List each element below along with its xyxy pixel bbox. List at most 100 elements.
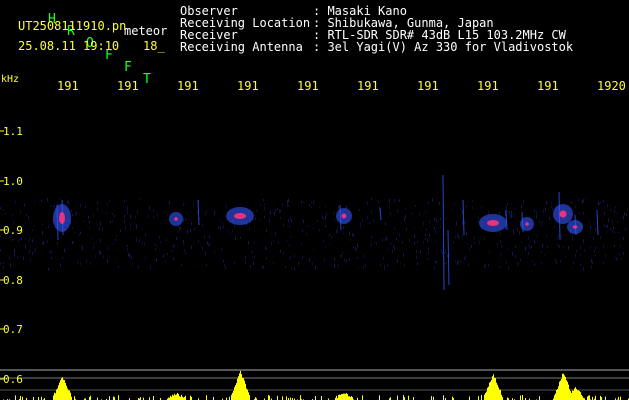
noise-speck bbox=[371, 210, 372, 214]
noise-speck bbox=[90, 265, 91, 267]
noise-speck bbox=[614, 231, 615, 234]
noise-speck bbox=[72, 214, 73, 217]
level-bar bbox=[238, 376, 239, 400]
noise-speck bbox=[266, 257, 267, 260]
noise-speck bbox=[130, 226, 131, 230]
noise-speck bbox=[198, 240, 199, 243]
noise-speck bbox=[427, 238, 428, 243]
noise-speck bbox=[93, 245, 94, 250]
noise-speck bbox=[446, 252, 447, 254]
noise-speck bbox=[68, 200, 69, 205]
noise-speck bbox=[552, 207, 553, 211]
noise-speck bbox=[428, 201, 429, 205]
level-bar bbox=[286, 396, 287, 400]
noise-speck bbox=[389, 206, 390, 209]
noise-speck bbox=[423, 241, 424, 244]
noise-speck bbox=[614, 210, 615, 213]
noise-speck bbox=[309, 204, 310, 207]
level-bar bbox=[347, 394, 348, 400]
noise-speck bbox=[249, 227, 250, 231]
noise-speck bbox=[220, 226, 221, 230]
noise-speck bbox=[528, 252, 529, 255]
level-bar bbox=[113, 396, 114, 400]
noise-speck bbox=[235, 236, 236, 240]
level-bar bbox=[561, 378, 562, 400]
noise-speck bbox=[260, 204, 261, 207]
level-bar bbox=[403, 395, 404, 400]
level-bar bbox=[349, 396, 350, 400]
noise-speck bbox=[442, 245, 443, 247]
level-bar bbox=[582, 396, 583, 400]
noise-speck bbox=[541, 221, 542, 226]
noise-speck bbox=[536, 235, 537, 237]
noise-speck bbox=[173, 257, 174, 260]
level-bar bbox=[576, 388, 577, 400]
noise-speck bbox=[397, 259, 398, 263]
noise-speck bbox=[456, 221, 457, 226]
minute-tick-label: 191 bbox=[117, 79, 139, 93]
level-bar bbox=[498, 387, 499, 400]
noise-speck bbox=[84, 220, 85, 222]
noise-speck bbox=[202, 223, 203, 227]
level-bar bbox=[63, 379, 64, 400]
noise-speck bbox=[28, 240, 29, 243]
noise-speck bbox=[510, 214, 511, 218]
noise-speck bbox=[415, 205, 416, 207]
noise-speck bbox=[452, 208, 453, 211]
noise-speck bbox=[130, 214, 131, 219]
noise-speck bbox=[387, 263, 388, 267]
noise-speck bbox=[227, 229, 228, 232]
noise-speck bbox=[405, 207, 406, 210]
noise-speck bbox=[528, 236, 529, 240]
level-bar bbox=[575, 387, 576, 400]
level-bar bbox=[338, 394, 339, 400]
noise-speck bbox=[125, 225, 126, 230]
noise-speck bbox=[575, 254, 576, 257]
noise-speck bbox=[434, 226, 435, 230]
noise-speck bbox=[353, 233, 354, 237]
noise-speck bbox=[610, 228, 611, 231]
level-bar bbox=[343, 393, 344, 400]
noise-speck bbox=[428, 247, 429, 250]
level-bar bbox=[15, 395, 16, 400]
noise-speck bbox=[288, 219, 289, 222]
noise-speck bbox=[563, 245, 564, 248]
noise-speck bbox=[518, 263, 519, 265]
level-bar bbox=[57, 388, 58, 400]
level-bar bbox=[557, 389, 558, 400]
noise-speck bbox=[508, 247, 509, 250]
noise-speck bbox=[250, 265, 251, 268]
noise-speck bbox=[521, 204, 522, 208]
noise-speck bbox=[600, 236, 601, 240]
noise-speck bbox=[616, 257, 617, 261]
noise-speck bbox=[515, 254, 516, 259]
level-bar bbox=[564, 375, 565, 400]
noise-speck bbox=[478, 237, 479, 239]
meteor-trace bbox=[447, 229, 450, 286]
noise-speck bbox=[14, 252, 15, 257]
noise-speck bbox=[32, 252, 33, 255]
noise-speck bbox=[80, 203, 81, 208]
noise-speck bbox=[485, 264, 486, 267]
noise-speck bbox=[294, 267, 295, 271]
level-bar bbox=[397, 395, 398, 400]
noise-speck bbox=[474, 242, 475, 244]
level-bar bbox=[234, 387, 235, 400]
level-bar bbox=[247, 389, 248, 400]
noise-speck bbox=[130, 224, 131, 226]
level-bar bbox=[61, 378, 62, 400]
noise-speck bbox=[439, 201, 440, 205]
level-bar bbox=[173, 395, 174, 400]
noise-speck bbox=[3, 261, 4, 264]
noise-speck bbox=[99, 251, 100, 255]
level-bar bbox=[177, 392, 178, 400]
noise-speck bbox=[398, 240, 399, 242]
meteor-label: meteor bbox=[124, 24, 168, 38]
noise-speck bbox=[169, 200, 170, 205]
level-bar bbox=[60, 380, 61, 400]
level-bar bbox=[452, 396, 453, 400]
noise-speck bbox=[206, 264, 207, 267]
noise-speck bbox=[583, 239, 584, 243]
level-bar bbox=[118, 395, 119, 400]
noise-speck bbox=[350, 239, 351, 241]
